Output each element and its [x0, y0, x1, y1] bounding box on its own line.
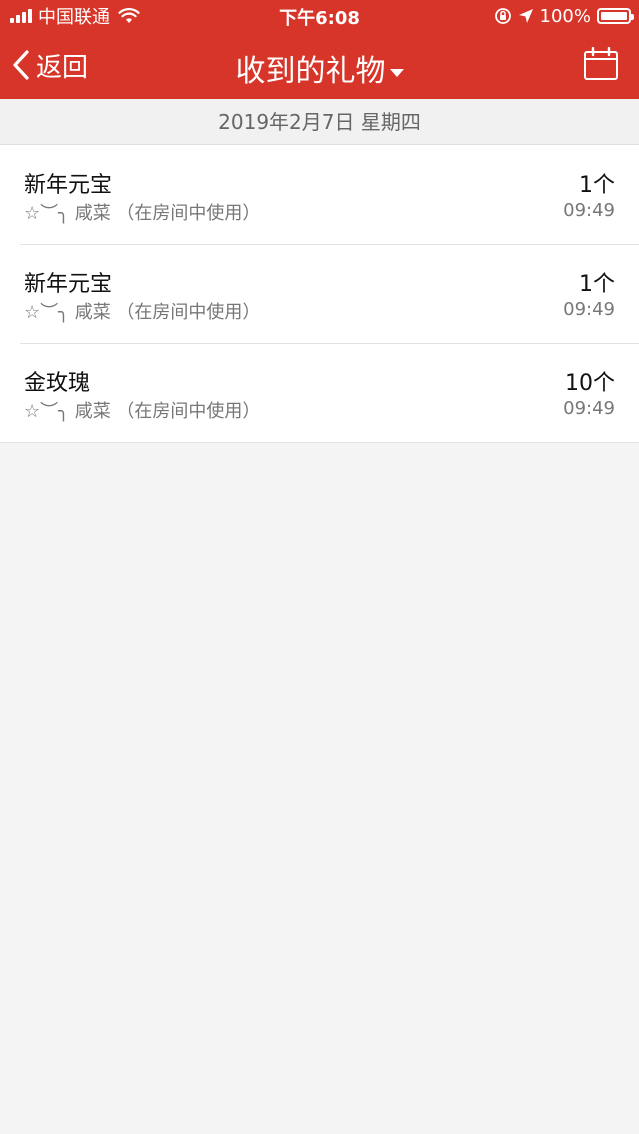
gift-count: 1个 — [579, 173, 615, 198]
status-bar: 中国联通 下午6:08 100% — [0, 0, 639, 32]
gift-time: 09:49 — [563, 299, 615, 320]
orientation-lock-icon — [494, 8, 511, 24]
battery-icon — [597, 8, 634, 24]
gift-name: 金玫瑰 — [24, 371, 91, 396]
app-header: 中国联通 下午6:08 100% 返回 收到的礼物 — [0, 0, 639, 99]
status-right: 100% — [494, 5, 634, 27]
gift-list-item[interactable]: 金玫瑰 ☆︶╮ 咸菜 （在房间中使用） 10个 09:49 — [0, 343, 639, 442]
date-header: 2019年2月7日 星期四 — [0, 99, 639, 145]
nav-bar: 返回 收到的礼物 — [0, 32, 639, 99]
gift-list-item[interactable]: 新年元宝 ☆︶╮ 咸菜 （在房间中使用） 1个 09:49 — [0, 145, 639, 244]
title-dropdown[interactable]: 收到的礼物 — [0, 46, 639, 90]
battery-fill — [601, 12, 627, 20]
page-title: 收到的礼物 — [235, 54, 386, 89]
calendar-icon — [584, 46, 618, 80]
gift-list-item[interactable]: 新年元宝 ☆︶╮ 咸菜 （在房间中使用） 1个 09:49 — [0, 244, 639, 343]
calendar-button[interactable] — [583, 46, 619, 85]
battery-percentage: 100% — [539, 5, 591, 27]
gift-time: 09:49 — [563, 200, 615, 221]
gift-name: 新年元宝 — [24, 173, 113, 198]
gift-count: 10个 — [565, 371, 615, 396]
gift-time: 09:49 — [563, 398, 615, 419]
gift-name: 新年元宝 — [24, 272, 113, 297]
gift-list: 新年元宝 ☆︶╮ 咸菜 （在房间中使用） 1个 09:49 新年元宝 ☆︶╮ 咸… — [0, 145, 639, 443]
gift-sender: ☆︶╮ 咸菜 （在房间中使用） — [24, 203, 261, 224]
gift-sender: ☆︶╮ 咸菜 （在房间中使用） — [24, 401, 261, 422]
gift-count: 1个 — [579, 272, 615, 297]
gift-sender: ☆︶╮ 咸菜 （在房间中使用） — [24, 302, 261, 323]
location-arrow-icon — [518, 9, 533, 23]
caret-down-icon — [389, 68, 404, 77]
